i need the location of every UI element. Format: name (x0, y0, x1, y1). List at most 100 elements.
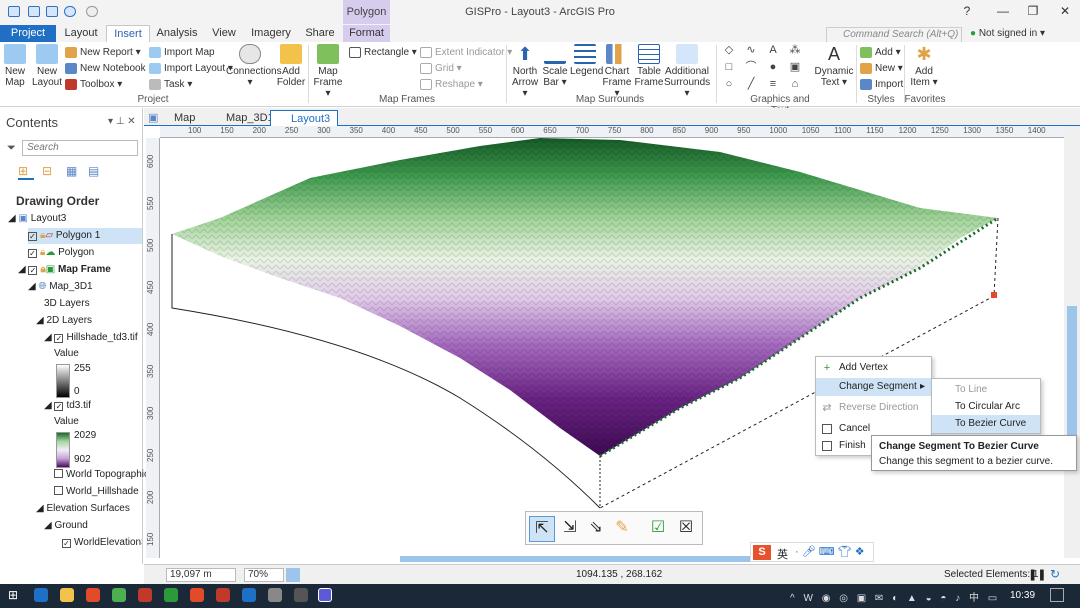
pause-icon[interactable]: ❚❚ (1028, 568, 1046, 581)
chrome-icon[interactable] (112, 588, 126, 602)
horizontal-scroll-thumb[interactable] (400, 556, 780, 562)
layout-canvas[interactable] (160, 138, 1064, 558)
chart-frame-button[interactable]: Chart Frame ▾ (602, 44, 632, 99)
new-notebook-button[interactable]: New Notebook (65, 62, 146, 76)
tab-analysis[interactable]: Analysis (152, 25, 202, 42)
close-button[interactable]: ✕ (1058, 4, 1072, 18)
list-by-status-icon[interactable]: ▤ (88, 164, 104, 180)
callout-graphic-icon[interactable]: ⌂ (786, 78, 804, 91)
list-by-type-icon[interactable]: ⊟ (42, 164, 58, 180)
visibility-checkbox[interactable]: ✓ (54, 334, 64, 343)
menu-reverse-direction[interactable]: ⇄ Reverse Direction (816, 399, 931, 417)
search-app-icon[interactable] (86, 588, 100, 602)
maximize-button[interactable]: ❐ (1026, 4, 1040, 18)
graphics-gallery[interactable]: ◇ ∿ A ⁂ □ ⌒ ● ▣ ○ ╱ ≡ ⌂ (720, 44, 814, 92)
zoom-field[interactable]: 70% (244, 568, 284, 582)
new-map-button[interactable]: New Map (2, 44, 28, 88)
active-vertex[interactable] (991, 292, 997, 298)
app-icon[interactable] (242, 588, 256, 602)
tab-layout3[interactable]: Layout3 ✕ (270, 110, 338, 141)
visibility-checkbox[interactable]: ✓ (28, 232, 37, 241)
tab-view[interactable]: View (204, 25, 244, 42)
import-layout-button[interactable]: Import Layout ▾ (149, 62, 233, 76)
tab-project[interactable]: Project (0, 25, 56, 42)
wps-icon[interactable] (190, 588, 204, 602)
command-search-input[interactable]: Command Search (Alt+Q) (826, 27, 962, 43)
rectangle-button[interactable]: Rectangle ▾ (349, 46, 417, 60)
tree-item-polygon-1[interactable]: ✓ 🔒︎▱ Polygon 1 (28, 228, 142, 244)
grid-button[interactable]: Grid ▾ (420, 62, 462, 76)
toolbox-button[interactable]: Toolbox ▾ (65, 78, 122, 92)
list-by-map-icon[interactable]: ▦ (66, 164, 82, 180)
extent-indicator-button[interactable]: Extent Indicator ▾ (420, 46, 512, 60)
tab-insert[interactable]: Insert (106, 25, 150, 42)
visibility-checkbox[interactable] (54, 486, 63, 495)
line-graphic-icon[interactable]: ╱ (742, 78, 760, 91)
add-item-button[interactable]: ✱ Add Item ▾ (908, 44, 940, 88)
text-graphic-icon[interactable]: A (764, 44, 782, 57)
tree-item-map-3d1[interactable]: ◢ 🌐︎ Map_3D1 (28, 279, 93, 295)
tree-item-layout[interactable]: ◢ ▣ Layout3 (8, 211, 66, 227)
menu-add-vertex[interactable]: + Add Vertex (816, 359, 931, 377)
explorer-icon[interactable] (60, 588, 74, 602)
submenu-to-bezier[interactable]: To Bezier Curve (932, 415, 1040, 433)
settings-icon[interactable] (294, 588, 308, 602)
tree-item-world-topographic[interactable]: World Topographic (54, 467, 149, 483)
tree-item-world-elevation[interactable]: ✓WorldElevation3D (62, 535, 142, 551)
app-icon[interactable] (138, 588, 152, 602)
contents-search-input[interactable]: Search (22, 140, 138, 156)
marker-graphic-icon[interactable]: ⁂ (786, 44, 804, 57)
legend-button[interactable]: Legend (570, 44, 603, 77)
pane-options-icon[interactable]: ▾ ⊥ ✕ (108, 116, 136, 127)
start-icon[interactable]: ⊞ (8, 588, 22, 602)
visibility-checkbox[interactable]: ✓ (62, 539, 71, 548)
terrain-map-frame[interactable] (160, 138, 1064, 558)
scale-field[interactable]: 19,097 m (166, 568, 236, 582)
polyline-graphic-icon[interactable]: ∿ (742, 44, 760, 57)
tab-share[interactable]: Share (298, 25, 342, 42)
import-map-button[interactable]: Import Map (149, 46, 215, 60)
picture-graphic-icon[interactable]: ▣ (786, 61, 804, 74)
new-layout-button[interactable]: New Layout (32, 44, 62, 88)
tab-imagery[interactable]: Imagery (246, 25, 296, 42)
reshape-button[interactable]: Reshape ▾ (420, 78, 483, 92)
discard-edit-icon[interactable]: ☒ (673, 516, 699, 542)
north-arrow-button[interactable]: ⬆ North Arrow ▾ (510, 44, 540, 99)
map-frame-button[interactable]: Map Frame ▾ (311, 44, 345, 99)
finish-edit-icon[interactable]: ☑ (645, 516, 671, 542)
visibility-checkbox[interactable]: ✓ (28, 266, 38, 275)
wechat-icon[interactable] (164, 588, 178, 602)
tree-item-world-hillshade[interactable]: World_Hillshade (54, 484, 139, 500)
app-icon[interactable] (268, 588, 282, 602)
tree-item-elevation-surfaces[interactable]: ◢ Elevation Surfaces (36, 501, 130, 517)
add-vertex-icon[interactable]: ⇲ (557, 516, 583, 542)
ime-logo-icon[interactable]: S (753, 545, 771, 560)
tree-item-polygon[interactable]: ✓ 🔒︎☁ Polygon (28, 245, 94, 261)
tree-item-3d-layers[interactable]: 3D Layers (44, 296, 90, 312)
additional-surrounds-button[interactable]: Additional Surrounds ▾ (664, 44, 710, 99)
refresh-icon[interactable]: ↻ (1050, 567, 1060, 581)
filter-icon[interactable]: ⏷ (7, 142, 16, 155)
dynamic-text-button[interactable]: A Dynamic Text ▾ (814, 44, 854, 88)
edge-icon[interactable] (34, 588, 48, 602)
styles-new-button[interactable]: New ▾ (860, 62, 903, 76)
drawing-order-icon[interactable]: ⊞ (18, 164, 34, 180)
tree-item-2d-layers[interactable]: ◢ 2D Layers (36, 313, 92, 329)
rectangle-graphic-icon[interactable]: □ (720, 61, 738, 74)
menu-change-segment[interactable]: Change Segment ▸ (816, 378, 931, 396)
notifications-icon[interactable] (1050, 588, 1064, 602)
tree-item-map-frame[interactable]: ◢ ✓ 🔒︎▣ Map Frame (18, 262, 111, 278)
paragraph-graphic-icon[interactable]: ≡ (764, 78, 782, 91)
circle-graphic-icon[interactable]: ○ (720, 78, 738, 91)
new-report-button[interactable]: New Report ▾ (65, 46, 141, 60)
point-graphic-icon[interactable]: ● (764, 61, 782, 74)
snapping-icon[interactable] (286, 568, 300, 582)
delete-vertex-icon[interactable]: ⇘ (583, 516, 609, 542)
system-tray[interactable]: ^ W ◉ ◎ ▣ ✉ ◐ ▲ ◒ ◓ ♪ 中 ▭ (790, 589, 1000, 604)
edit-vertices-icon[interactable]: ⇱ (529, 516, 555, 542)
curve-graphic-icon[interactable]: ⌒ (742, 61, 760, 74)
ime-tools-icon[interactable]: · 🎤︎ ⌨ 👕︎ ❖ (795, 545, 865, 558)
tab-layout[interactable]: Layout (58, 25, 104, 42)
pencil-icon[interactable]: ✎ (609, 516, 635, 542)
minimize-button[interactable]: — (996, 4, 1010, 18)
